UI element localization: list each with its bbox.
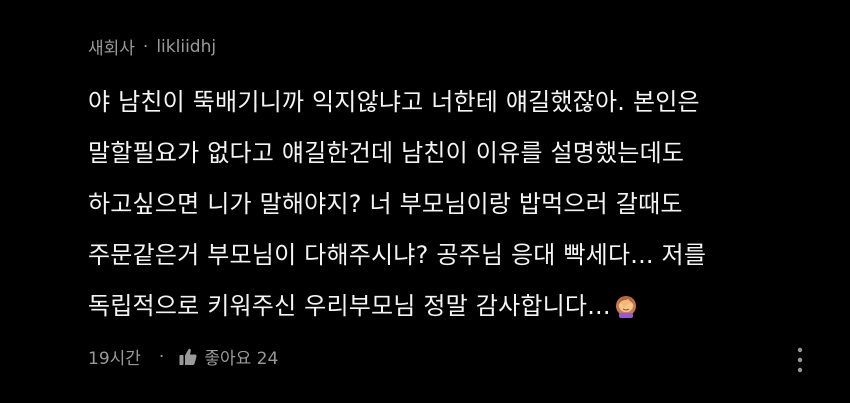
- comment-meta: 새회사 · likliidhj: [88, 34, 216, 60]
- comment: 새회사 · likliidhj 야 남친이 뚝배기니까 익지않냐고 너한테 얘길…: [0, 0, 850, 403]
- comment-last-line: 독립적으로 키워주신 우리부모님 정말 감사합니다...: [88, 281, 828, 332]
- comment-time: 19시간: [88, 349, 141, 369]
- comment-footer: 19시간 · 좋아요 24: [88, 344, 278, 370]
- woman-facepalming-icon: [615, 296, 636, 318]
- like-label: 좋아요 24: [204, 349, 279, 369]
- more-vertical-icon[interactable]: [790, 345, 810, 375]
- meta-separator: ·: [142, 36, 149, 57]
- comment-line: 야 남친이 뚝배기니까 익지않냐고 너한테 얘길했잖아. 본인은: [88, 88, 700, 116]
- footer-separator: ·: [158, 346, 165, 367]
- comment-line: 하고싶으면 니가 말해야지? 너 부모님이랑 밥먹으러 갈때도: [88, 190, 683, 218]
- comment-line: 말할필요가 없다고 얘길한건데 남친이 이유를 설명했는데도: [88, 139, 685, 167]
- author-name[interactable]: 새회사: [88, 34, 135, 59]
- comment-body: 야 남친이 뚝배기니까 익지않냐고 너한테 얘길했잖아. 본인은 말할필요가 없…: [88, 77, 828, 332]
- comment-line: 주문같은거 부모님이 다해주시냐? 공주님 응대 빡세다... 저를: [88, 241, 707, 269]
- like-button[interactable]: 좋아요 24: [178, 344, 278, 369]
- comment-line-text: 독립적으로 키워주신 우리부모님 정말 감사합니다...: [88, 292, 611, 320]
- thumbs-up-icon: [179, 348, 197, 365]
- author-handle[interactable]: likliidhj: [156, 37, 216, 57]
